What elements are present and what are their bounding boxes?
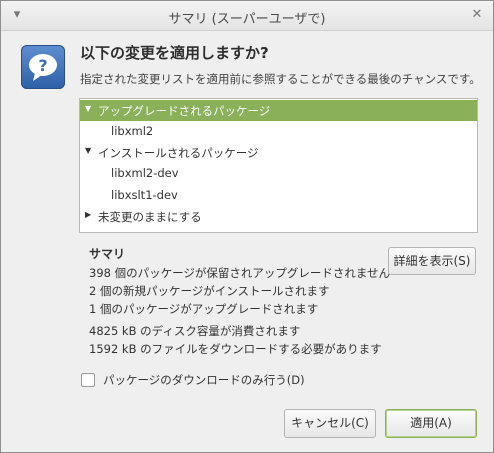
summary-line-new: 2 個の新規パッケージがインストールされます: [89, 284, 330, 298]
window-title: サマリ (スーパーユーザで): [168, 12, 326, 27]
summary-line-upgrade: 1 個のパッケージがアップグレードされます: [89, 302, 319, 316]
tree-row-unchanged-group[interactable]: ▶ 未変更のままにする: [80, 206, 477, 227]
summary-dialog: ▾ サマリ (スーパーユーザで) ✕ ? 以下の変更を適用しますか? 指定された…: [0, 0, 494, 453]
tree-row-label: 未変更のままにする: [98, 210, 202, 224]
close-icon[interactable]: ✕: [469, 7, 485, 23]
apply-button[interactable]: 適用(A): [385, 409, 477, 438]
tree-row-upgrade-group[interactable]: ▼ アップグレードされるパッケージ: [80, 100, 477, 121]
summary-line-held: 398 個のパッケージが保留されアップグレードされません: [89, 266, 391, 280]
tree-row-label: libxslt1-dev: [111, 188, 178, 202]
tree-row-install-group[interactable]: ▼ インストールされるパッケージ: [80, 142, 477, 163]
summary-line-download: 1592 kB のファイルをダウンロードする必要があります: [89, 342, 382, 356]
dialog-subtext: 指定された変更リストを適用前に参照することができる最後のチャンスです。: [80, 72, 481, 86]
svg-text:?: ?: [38, 56, 47, 75]
changes-tree[interactable]: ▼ アップグレードされるパッケージ libxml2 ▼ インストールされるパッケ…: [79, 98, 478, 233]
tree-row-package[interactable]: libxslt1-dev: [80, 185, 477, 206]
tree-row-label: アップグレードされるパッケージ: [98, 104, 271, 118]
summary-line-disk: 4825 kB のディスク容量が消費されます: [89, 324, 301, 338]
download-only-label[interactable]: パッケージのダウンロードのみ行う(D): [103, 372, 305, 388]
expanded-arrow-icon[interactable]: ▼: [85, 104, 91, 113]
tree-row-label: libxml2-dev: [111, 166, 179, 180]
title-bar[interactable]: ▾ サマリ (スーパーユーザで) ✕: [1, 1, 493, 31]
tree-row-label: libxml2: [111, 124, 154, 138]
question-icon: ?: [21, 45, 65, 89]
tree-row-label: インストールされるパッケージ: [98, 146, 259, 160]
tree-row-package[interactable]: libxml2: [80, 121, 477, 142]
tree-row-package[interactable]: libxml2-dev: [80, 163, 477, 184]
collapsed-arrow-icon[interactable]: ▶: [85, 210, 91, 219]
expanded-arrow-icon[interactable]: ▼: [85, 146, 91, 155]
download-only-checkbox[interactable]: [81, 373, 95, 387]
summary-heading: サマリ: [89, 247, 126, 261]
cancel-button[interactable]: キャンセル(C): [284, 409, 376, 438]
dialog-heading: 以下の変更を適用しますか?: [80, 44, 269, 62]
show-details-button[interactable]: 詳細を表示(S): [388, 247, 476, 275]
